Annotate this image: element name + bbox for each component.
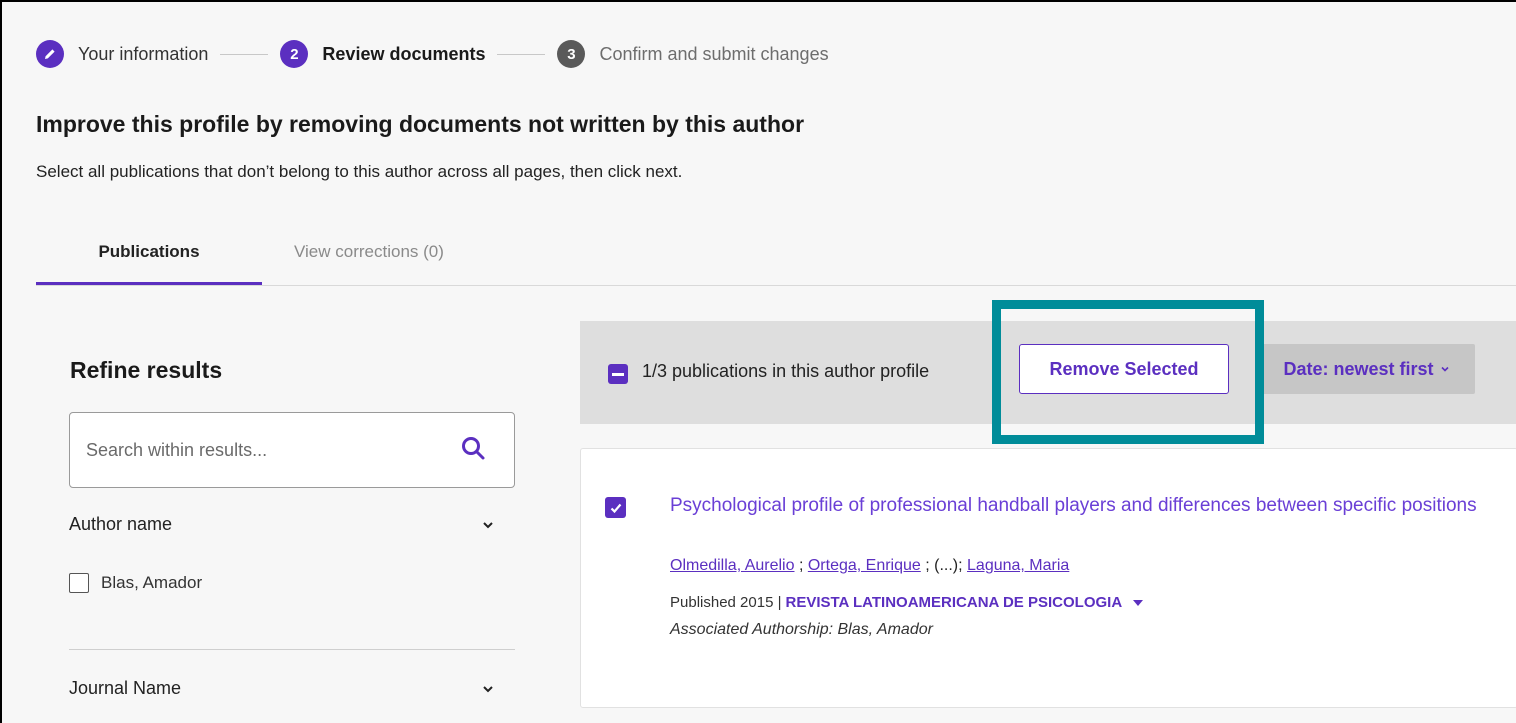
- tab-bar: Publications View corrections (0): [36, 230, 1516, 286]
- checkmark-icon: [610, 503, 621, 513]
- facet-journal-name[interactable]: Journal Name: [69, 678, 515, 699]
- publication-card: Psychological profile of professional ha…: [580, 448, 1516, 708]
- progress-stepper: Your information 2 Review documents 3 Co…: [36, 37, 829, 71]
- tab-publications[interactable]: Publications: [36, 230, 262, 285]
- publication-authors: Olmedilla, Aurelio ; Ortega, Enrique ; (…: [670, 557, 1069, 575]
- checkbox[interactable]: [69, 573, 89, 593]
- author-link[interactable]: Olmedilla, Aurelio: [670, 557, 795, 574]
- search-box: [69, 412, 515, 488]
- facet-option-label: Blas, Amador: [101, 573, 203, 592]
- tab-view-corrections[interactable]: View corrections (0): [294, 230, 444, 285]
- author-link[interactable]: Ortega, Enrique: [808, 557, 921, 574]
- page-subtitle: Select all publications that don’t belon…: [36, 162, 683, 181]
- facet-author-name[interactable]: Author name: [69, 514, 515, 535]
- app-frame: Your information 2 Review documents 3 Co…: [0, 0, 1516, 723]
- facet-label: Journal Name: [69, 678, 182, 698]
- refine-results-title: Refine results: [70, 357, 223, 383]
- step-review-documents: 2 Review documents: [280, 40, 485, 68]
- chevron-down-icon: [483, 685, 493, 692]
- publication-checkbox[interactable]: [605, 497, 626, 518]
- facet-label: Author name: [69, 514, 173, 534]
- associated-authorship: Associated Authorship: Blas, Amador: [670, 621, 933, 638]
- remove-selected-button[interactable]: Remove Selected: [1019, 344, 1229, 394]
- publication-title-link[interactable]: Psychological profile of professional ha…: [670, 493, 1500, 519]
- search-within-results-input[interactable]: [86, 439, 406, 461]
- chevron-down-icon: [1440, 366, 1449, 372]
- publication-count: 1/3 publications in this author profile: [642, 361, 930, 381]
- step-number: 3: [557, 40, 586, 68]
- pencil-icon: [36, 40, 64, 68]
- step-confirm-submit: 3 Confirm and submit changes: [557, 40, 829, 68]
- published-year: Published 2015 |: [670, 594, 782, 611]
- facet-option-blas-amador[interactable]: Blas, Amador: [69, 573, 202, 593]
- caret-down-icon[interactable]: [1132, 599, 1144, 607]
- search-icon[interactable]: [460, 435, 486, 466]
- step-number: 2: [280, 40, 309, 68]
- results-toolbar: 1/3 publications in this author profile …: [580, 321, 1516, 424]
- sort-dropdown[interactable]: Date: newest first: [1258, 344, 1475, 394]
- author-separator: ;: [794, 557, 808, 574]
- chevron-down-icon: [483, 521, 493, 528]
- author-separator: ; (...);: [920, 557, 968, 574]
- divider: [69, 649, 515, 650]
- author-link[interactable]: Laguna, Maria: [967, 557, 1069, 574]
- step-label: Review documents: [322, 43, 486, 64]
- sort-label: Date: newest first: [1283, 358, 1434, 379]
- step-connector: [497, 53, 546, 55]
- step-label: Your information: [78, 43, 209, 64]
- publication-meta: Published 2015 | REVISTA LATINOAMERICANA…: [670, 594, 1144, 611]
- select-all-checkbox[interactable]: [608, 364, 628, 384]
- journal-link[interactable]: REVISTA LATINOAMERICANA DE PSICOLOGIA: [785, 594, 1122, 611]
- step-your-information[interactable]: Your information: [36, 40, 208, 68]
- page-title: Improve this profile by removing documen…: [36, 111, 805, 137]
- step-connector: [220, 53, 269, 55]
- step-label: Confirm and submit changes: [599, 43, 829, 64]
